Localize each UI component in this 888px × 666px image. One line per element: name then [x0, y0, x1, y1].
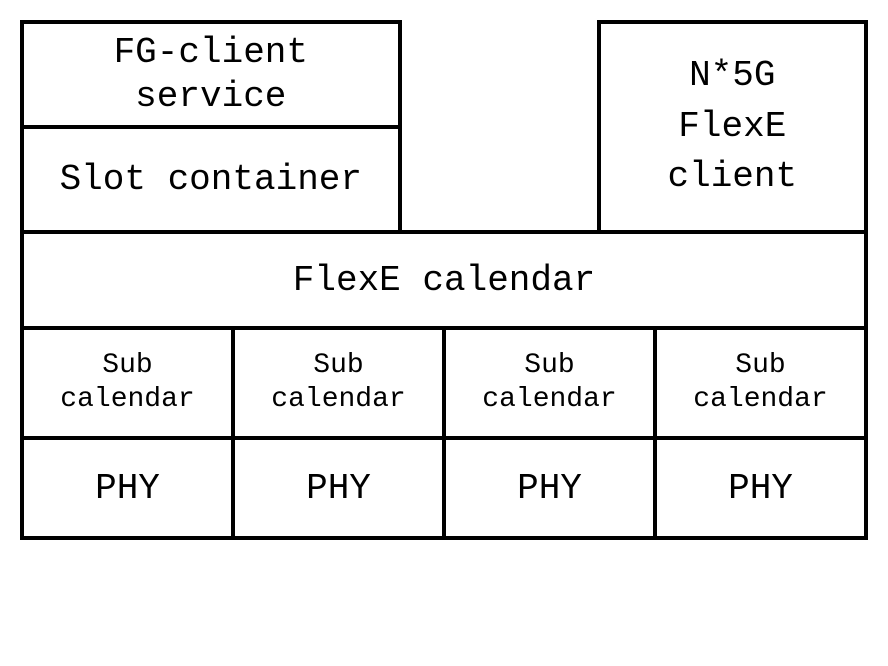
sub-calendar-row: Sub calendar Sub calendar Sub calendar S…	[20, 330, 868, 440]
sub-calendar-cell: Sub calendar	[20, 330, 231, 440]
slot-container-box: Slot container	[20, 125, 402, 230]
phy-row: PHY PHY PHY PHY	[20, 440, 868, 540]
phy-cell: PHY	[20, 440, 231, 540]
n5g-flexe-client-box: N*5G FlexE client	[597, 20, 868, 230]
sub-calendar-cell: Sub calendar	[653, 330, 868, 440]
phy-cell: PHY	[653, 440, 868, 540]
top-row: FG-client service Slot container N*5G Fl…	[20, 20, 868, 230]
flexe-calendar-box: FlexE calendar	[20, 230, 868, 330]
fg-client-service-box: FG-client service	[20, 20, 402, 125]
phy-cell: PHY	[442, 440, 653, 540]
flexe-architecture-diagram: FG-client service Slot container N*5G Fl…	[20, 20, 868, 540]
top-gap	[402, 20, 597, 230]
sub-calendar-cell: Sub calendar	[231, 330, 442, 440]
left-stack: FG-client service Slot container	[20, 20, 402, 230]
phy-cell: PHY	[231, 440, 442, 540]
sub-calendar-cell: Sub calendar	[442, 330, 653, 440]
